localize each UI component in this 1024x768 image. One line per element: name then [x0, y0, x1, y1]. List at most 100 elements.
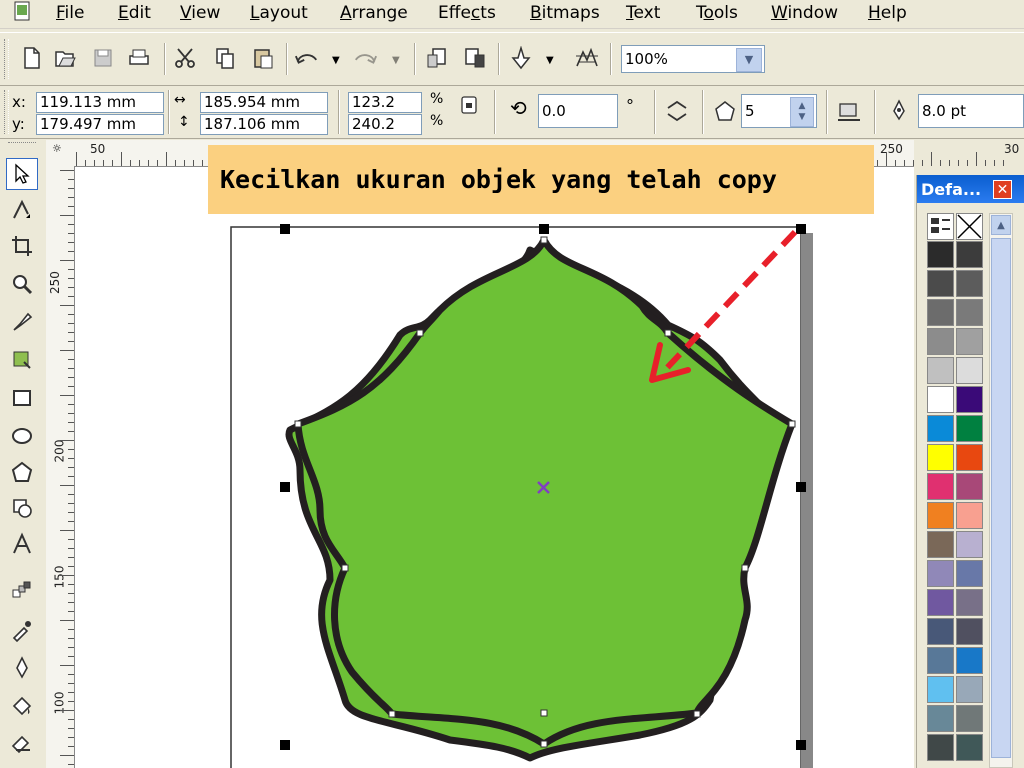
menu-view[interactable]: View — [180, 3, 220, 23]
color-swatch[interactable] — [956, 386, 983, 413]
open-icon[interactable] — [52, 45, 78, 71]
color-swatch[interactable] — [956, 299, 983, 326]
y-position-field[interactable]: 179.497 mm — [36, 114, 164, 135]
color-swatch[interactable] — [927, 618, 954, 645]
color-swatch[interactable] — [927, 415, 954, 442]
color-swatch[interactable] — [956, 328, 983, 355]
menu-effects[interactable]: Effects — [438, 3, 496, 23]
menu-text[interactable]: Text — [626, 3, 660, 23]
app-document-icon[interactable] — [12, 1, 32, 21]
x-position-field[interactable]: 119.113 mm — [36, 92, 164, 113]
copy-icon[interactable] — [212, 45, 238, 71]
eyedropper-tool-icon[interactable] — [6, 614, 38, 646]
color-swatch[interactable] — [956, 618, 983, 645]
shape-tool-icon[interactable] — [6, 194, 38, 226]
color-swatch[interactable] — [927, 705, 954, 732]
width-field[interactable]: 185.954 mm — [200, 92, 328, 113]
menu-bitmaps[interactable]: Bitmaps — [530, 3, 600, 23]
color-swatch[interactable] — [956, 647, 983, 674]
color-swatch[interactable] — [956, 241, 983, 268]
color-swatch[interactable] — [927, 473, 954, 500]
color-swatch[interactable] — [927, 502, 954, 529]
basic-shapes-tool-icon[interactable] — [6, 492, 38, 524]
close-icon[interactable]: ✕ — [993, 180, 1012, 199]
rotation-field[interactable]: 0.0 — [538, 94, 618, 128]
height-field[interactable]: 187.106 mm — [200, 114, 328, 135]
crop-tool-icon[interactable] — [6, 230, 38, 262]
chevron-down-icon[interactable]: ▼ — [736, 48, 762, 72]
color-swatch[interactable] — [927, 560, 954, 587]
print-icon[interactable] — [126, 45, 152, 71]
paste-icon[interactable] — [250, 45, 276, 71]
color-swatch[interactable] — [927, 270, 954, 297]
color-swatch[interactable] — [956, 676, 983, 703]
color-swatch[interactable] — [927, 589, 954, 616]
color-swatch[interactable] — [956, 705, 983, 732]
color-swatch[interactable] — [927, 357, 954, 384]
menu-layout[interactable]: Layout — [250, 3, 308, 23]
menu-edit[interactable]: Edit — [118, 3, 151, 23]
color-swatch[interactable] — [927, 386, 954, 413]
wrap-text-icon[interactable] — [836, 98, 862, 124]
color-swatch[interactable] — [927, 444, 954, 471]
corel-online-icon[interactable] — [574, 45, 600, 71]
cut-icon[interactable] — [172, 45, 198, 71]
fill-tool-icon[interactable] — [6, 690, 38, 722]
launcher-dropdown-icon[interactable]: ▼ — [546, 55, 554, 66]
color-swatch[interactable] — [956, 531, 983, 558]
mirror-icon[interactable] — [664, 98, 690, 124]
scroll-thumb[interactable] — [991, 238, 1011, 758]
color-swatch[interactable] — [927, 676, 954, 703]
export-icon[interactable] — [462, 45, 488, 71]
polygon-tool-icon[interactable] — [6, 456, 38, 488]
menu-file[interactable]: File — [56, 3, 84, 23]
color-swatch[interactable] — [927, 647, 954, 674]
undo-dropdown-icon[interactable]: ▼ — [332, 55, 340, 66]
color-swatch[interactable] — [956, 357, 983, 384]
vertical-ruler[interactable]: 250 200 150 100 — [46, 166, 75, 768]
menu-arrange[interactable]: Arrange — [340, 3, 408, 23]
zoom-level-select[interactable]: 100% ▼ — [621, 45, 765, 73]
color-swatch[interactable] — [927, 241, 954, 268]
menu-tools[interactable]: Tools — [696, 3, 738, 23]
color-swatch[interactable] — [956, 270, 983, 297]
new-document-icon[interactable] — [18, 45, 44, 71]
outline-width-select[interactable]: 8.0 pt — [918, 94, 1024, 128]
text-tool-icon[interactable] — [6, 528, 38, 560]
scale-y-field[interactable]: 240.2 — [348, 114, 422, 135]
menu-help[interactable]: Help — [868, 3, 907, 23]
smart-fill-tool-icon[interactable] — [6, 344, 38, 376]
color-swatch[interactable] — [956, 444, 983, 471]
polygon-sides-field[interactable]: 5 ▲ ▼ — [741, 94, 817, 128]
pick-tool-icon[interactable] — [6, 158, 38, 190]
rectangle-tool-icon[interactable] — [6, 382, 38, 414]
palette-options-icon[interactable] — [927, 213, 954, 240]
interactive-blend-tool-icon[interactable] — [6, 574, 38, 606]
color-swatch[interactable] — [956, 589, 983, 616]
color-swatch[interactable] — [927, 531, 954, 558]
redo-dropdown-icon[interactable]: ▼ — [392, 55, 400, 66]
redo-icon[interactable] — [352, 45, 378, 71]
interactive-fill-tool-icon[interactable] — [6, 728, 38, 760]
color-swatch[interactable] — [956, 473, 983, 500]
scale-x-field[interactable]: 123.2 — [348, 92, 422, 113]
color-swatch[interactable] — [927, 734, 954, 761]
drawing-canvas[interactable] — [75, 167, 914, 768]
color-swatch[interactable] — [956, 734, 983, 761]
color-swatch[interactable] — [956, 502, 983, 529]
color-swatch[interactable] — [927, 299, 954, 326]
ruler-origin-icon[interactable]: ☼ — [52, 142, 62, 155]
save-icon[interactable] — [90, 45, 116, 71]
color-swatch[interactable] — [927, 328, 954, 355]
application-launcher-icon[interactable] — [508, 45, 534, 71]
spinner-arrows-icon[interactable]: ▲ ▼ — [790, 97, 814, 127]
lock-ratio-icon[interactable] — [456, 92, 482, 118]
color-swatch[interactable] — [956, 560, 983, 587]
ellipse-tool-icon[interactable] — [6, 420, 38, 452]
scroll-up-icon[interactable]: ▲ — [991, 215, 1011, 235]
freehand-tool-icon[interactable] — [6, 306, 38, 338]
color-swatch[interactable] — [956, 415, 983, 442]
menu-window[interactable]: Window — [771, 3, 838, 23]
palette-scrollbar[interactable]: ▲ — [989, 213, 1013, 768]
outline-tool-icon[interactable] — [6, 652, 38, 684]
